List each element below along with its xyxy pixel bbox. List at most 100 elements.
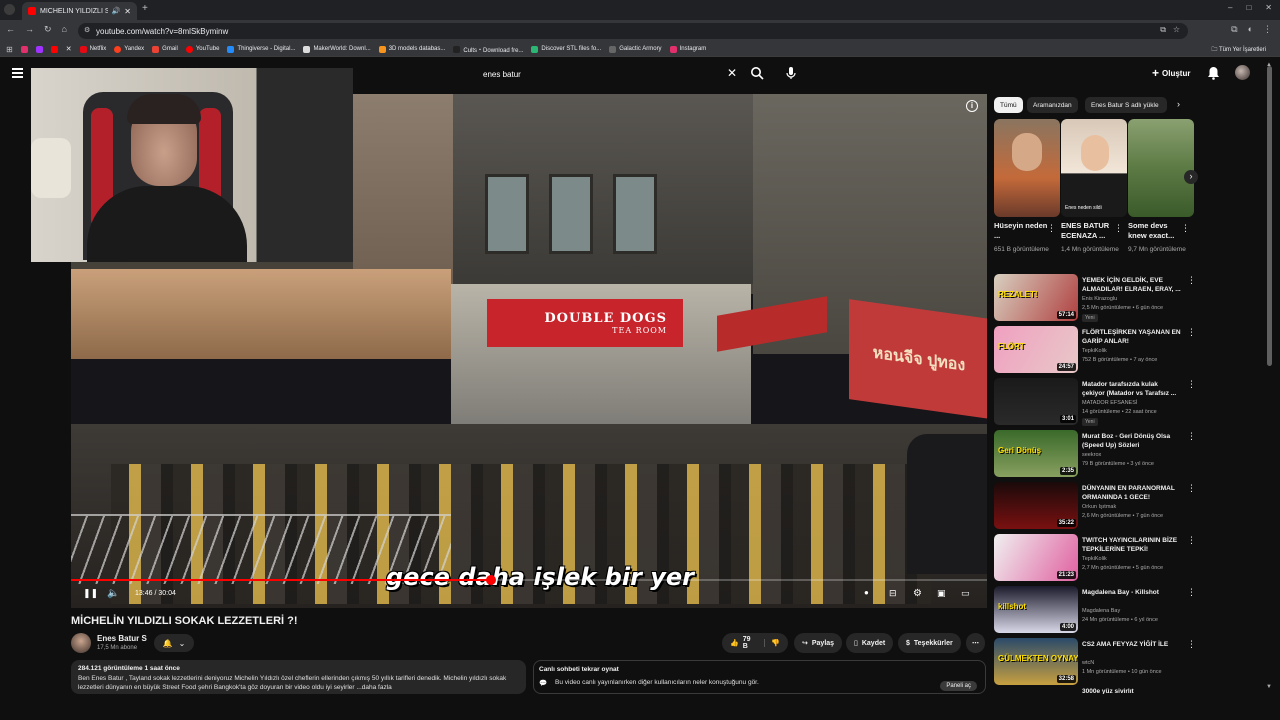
bookmark-makerworld[interactable]: MakerWorld: Downl... [303,45,371,53]
site-info-icon[interactable]: ⚙ [84,26,90,34]
short-thumbnail[interactable] [1128,119,1194,217]
chips-next-icon[interactable]: › [1177,99,1180,109]
tab-close-icon[interactable]: ✕ [124,7,131,16]
bookmark-icon-messenger[interactable] [35,45,43,53]
recommendation-title[interactable]: Magdalena Bay - Killshot [1082,588,1182,597]
maximize-icon[interactable]: □ [1246,3,1251,12]
apps-icon[interactable]: ⊞ [6,45,13,54]
miniplayer-icon[interactable]: ▣ [937,588,946,599]
short-thumbnail[interactable] [994,119,1060,217]
description-box[interactable]: 284.121 görüntüleme 1 saat önce Ben Enes… [71,660,526,694]
recommendation-title[interactable]: TWITCH YAYINCILARININ BİZE TEPKİLERİNE T… [1082,536,1182,554]
recommendation-channel[interactable]: MATADOR EFSANESİ [1082,400,1137,406]
forward-icon[interactable]: → [25,24,34,35]
short-more-icon[interactable]: ⋮ [1181,224,1190,233]
install-icon[interactable]: ⧉ [1160,25,1166,35]
recommendation-more-icon[interactable]: ⋮ [1187,536,1196,545]
clear-search-icon[interactable]: ✕ [727,66,737,80]
browser-tab-active[interactable]: MİCHELİN YILDIZLI SOKAK 🔊 ✕ [22,2,137,20]
bookmark-yandex[interactable]: Yandex [114,45,144,53]
shorts-next-icon[interactable]: › [1184,170,1198,184]
scroll-up-icon[interactable]: ▲ [1266,62,1272,68]
like-count[interactable]: 79 B [743,636,753,650]
microphone-icon[interactable] [784,66,798,80]
save-button[interactable]: ▯ Kaydet [846,633,894,653]
recommendation-title[interactable]: DÜNYANIN EN PARANORMAL ORMANINDA 1 GECE! [1082,484,1182,502]
progress-bar[interactable] [71,575,987,585]
autoplay-toggle-icon[interactable]: ● [864,588,869,597]
recommendation-channel[interactable]: Enis Kirazoglu [1082,296,1117,302]
channel-avatar[interactable] [71,633,91,653]
volume-icon[interactable]: 🔈 [107,588,119,599]
recommendation-thumbnail[interactable]: REZALET! 57:14 [994,274,1078,321]
recommendation-channel[interactable]: Orkun Işıtmak [1082,504,1116,510]
settings-gear-icon[interactable]: ⚙ [913,588,922,599]
recommendation-thumbnail[interactable]: killshot 4:00 [994,586,1078,633]
recommendation-thumbnail[interactable]: 35:22 [994,482,1078,529]
home-icon[interactable]: ⌂ [62,24,67,35]
bookmark-discover-stl[interactable]: Discover STL files fo... [531,45,601,53]
recommendation-thumbnail[interactable]: 3:01 [994,378,1078,425]
bookmark-netflix[interactable]: Netflix [79,45,106,53]
bookmark-thingiverse[interactable]: Thingiverse - Digital... [227,45,295,53]
menu-icon[interactable] [12,68,23,78]
recommendation-title[interactable]: YEMEK İÇİN GELDİK, EVE ALMADILAR! ELRAEN… [1082,276,1182,294]
channel-name[interactable]: Enes Batur S [97,634,147,643]
speaker-icon[interactable]: 🔊 [112,7,121,15]
recommendation-thumbnail[interactable]: FLÖRT 24:57 [994,326,1078,373]
new-tab-button[interactable]: + [142,3,148,14]
recommendation-thumbnail[interactable]: Geri Dönüş 2:35 [994,430,1078,477]
bookmark-icon-instagram[interactable] [20,45,28,53]
extensions-icon[interactable]: ⧉ [1231,24,1237,35]
recommendation-more-icon[interactable]: ⋮ [1187,328,1196,337]
recommendation-thumbnail[interactable]: 21:23 [994,534,1078,581]
chip-all[interactable]: Tümü [994,97,1023,113]
address-bar[interactable]: ⚙ youtube.com/watch?v=8mlSkByminw ⧉ ☆ [78,23,1188,39]
recommendation-more-icon[interactable]: ⋮ [1187,588,1196,597]
bookmark-youtube[interactable]: YouTube [185,45,219,53]
dislike-icon[interactable]: 👎 [764,639,780,647]
recommendation-channel[interactable]: Magdalena Bay [1082,608,1120,614]
recommendation-more-icon[interactable]: ⋮ [1187,432,1196,441]
bookmark-star-icon[interactable]: ☆ [1173,25,1180,34]
window-controls[interactable]: – □ ✕ [1228,3,1272,12]
notifications-icon[interactable] [1207,66,1220,80]
short-title[interactable]: ENES BATUR ECENAZA ... [1061,221,1117,241]
pause-icon[interactable]: ❚❚ [83,588,98,599]
minimize-icon[interactable]: – [1228,3,1232,12]
recommendation-more-icon[interactable]: ⋮ [1187,380,1196,389]
chip-from-search[interactable]: Aramanızdan [1027,97,1078,113]
subscription-bell-button[interactable]: 🔔 ⌄ [154,634,194,652]
recommendation-title[interactable]: Murat Boz - Geri Dönüş Olsa (Speed Up) S… [1082,432,1182,450]
open-panel-button[interactable]: Paneli aç [940,681,977,691]
short-more-icon[interactable]: ⋮ [1114,224,1123,233]
info-icon[interactable]: i [966,100,978,112]
back-icon[interactable]: ← [6,24,15,35]
recommendation-title[interactable]: CS2 AMA FEYYAZ YİĞİT İLE [1082,640,1182,649]
theater-mode-icon[interactable]: ▭ [961,588,970,599]
search-icon[interactable] [750,66,764,80]
bookmark-cults[interactable]: Cults・Download fre... [453,45,523,54]
thanks-button[interactable]: $ Teşekkürler [898,633,961,653]
recommendation-more-icon[interactable]: ⋮ [1187,276,1196,285]
recommendation-channel[interactable]: seekrox [1082,452,1101,458]
recommendation-more-icon[interactable]: ⋮ [1187,484,1196,493]
all-bookmarks[interactable]: 🗀 Tüm Yer İşaretleri [1211,45,1266,55]
recommendation-title[interactable]: FLÖRTLEŞİRKEN YAŞANAN EN GARİP ANLAR! [1082,328,1182,346]
bookmark-gmail[interactable]: Gmail [152,45,178,53]
more-actions-button[interactable]: ⋯ [966,633,985,653]
close-window-icon[interactable]: ✕ [1265,3,1272,12]
scroll-down-icon[interactable]: ▼ [1266,684,1272,690]
create-button[interactable]: + Oluştur [1152,66,1190,80]
recommendation-channel[interactable]: wtcN [1082,660,1094,666]
short-more-icon[interactable]: ⋮ [1047,224,1056,233]
short-title[interactable]: Some devs knew exact... [1128,221,1184,241]
progress-scrubber[interactable] [485,575,496,585]
browser-menu-icon[interactable]: ⋮ [1263,24,1272,35]
short-title[interactable]: Hüseyin neden ... [994,221,1050,241]
recommendation-more-icon[interactable]: ⋮ [1187,640,1196,649]
bookmark-galactic-armory[interactable]: Galactic Armory [609,45,662,53]
bookmark-icon-x[interactable]: ✕ [66,45,72,53]
like-icon[interactable]: 👍 [730,639,739,647]
reload-icon[interactable]: ↻ [44,24,52,35]
